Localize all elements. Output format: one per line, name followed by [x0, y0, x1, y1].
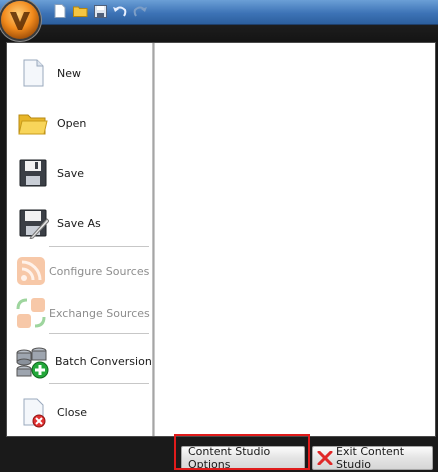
menu-item-save[interactable]: Save — [7, 151, 152, 195]
database-add-icon — [16, 347, 49, 379]
menu-item-save-as[interactable]: Save As — [7, 201, 152, 245]
menu-item-exchange-sources: Exchange Sources — [7, 291, 152, 335]
menu-separator — [49, 383, 149, 384]
menu-item-label: Save As — [57, 216, 101, 230]
content-studio-options-button[interactable]: Content Studio Options — [181, 445, 305, 471]
exit-x-icon — [317, 451, 333, 465]
close-document-icon — [23, 398, 46, 428]
quick-access-toolbar — [0, 0, 438, 25]
new-file-icon[interactable] — [52, 3, 68, 19]
rss-feed-icon — [17, 257, 45, 285]
open-folder-icon[interactable] — [72, 3, 88, 19]
app-logo-icon — [10, 12, 30, 30]
menu-separator — [49, 333, 149, 334]
redo-icon — [132, 3, 148, 19]
menu-separator — [49, 246, 149, 247]
options-button-label: Content Studio Options — [188, 445, 271, 471]
save-as-icon — [19, 209, 49, 239]
open-folder-icon — [18, 114, 48, 135]
menu-item-label: Configure Sources — [49, 264, 150, 278]
menu-item-batch-conversion[interactable]: Batch Conversion — [7, 339, 152, 383]
menu-item-open[interactable]: Open — [7, 101, 152, 145]
menu-item-label: Batch Conversion — [55, 354, 152, 368]
floppy-disk-icon — [19, 159, 47, 187]
application-orb-button[interactable] — [1, 1, 39, 39]
application-menu-panel: New Open Save Save As Configure Sources … — [6, 42, 436, 437]
application-menu-frame: New Open Save Save As Configure Sources … — [0, 0, 438, 472]
menu-item-label: Save — [57, 166, 85, 180]
undo-icon[interactable] — [112, 3, 128, 19]
menu-item-close[interactable]: Close — [7, 390, 152, 434]
menu-item-label: Close — [57, 405, 87, 419]
new-document-icon — [23, 59, 44, 87]
menu-command-list: New Open Save Save As Configure Sources … — [7, 43, 152, 436]
save-icon[interactable] — [92, 3, 108, 19]
menu-item-configure-sources: Configure Sources — [7, 249, 152, 293]
menu-item-label: Exchange Sources — [49, 306, 150, 320]
recent-documents-pane — [155, 43, 435, 436]
exit-content-studio-button[interactable]: Exit Content Studio — [312, 445, 433, 471]
menu-item-label: New — [57, 66, 81, 80]
exchange-feeds-icon — [16, 298, 46, 328]
menu-item-label: Open — [57, 116, 87, 130]
exit-button-label: Exit Content Studio — [336, 445, 405, 471]
menu-item-new[interactable]: New — [7, 51, 152, 95]
